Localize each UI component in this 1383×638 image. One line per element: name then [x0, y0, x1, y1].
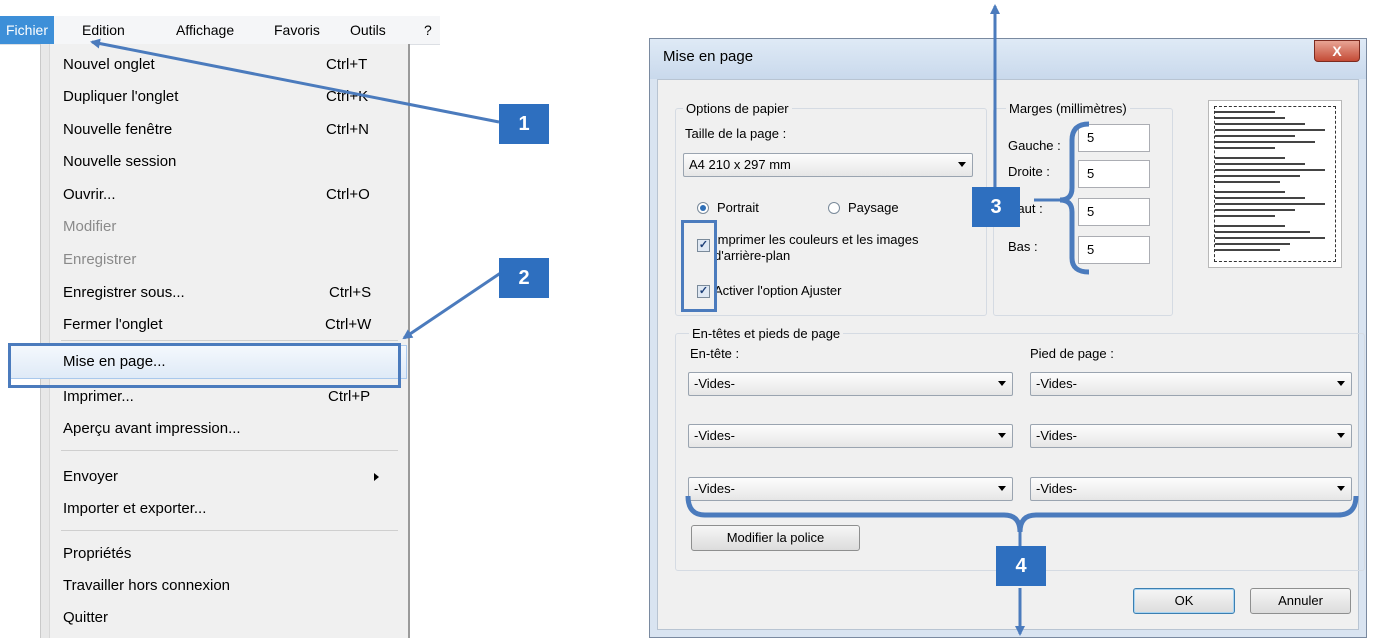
badge-1: 1: [499, 104, 549, 144]
badge-3: 3: [972, 187, 1020, 227]
annotation-overlay: [90, 4, 1359, 636]
badge-2: 2: [499, 258, 549, 298]
badge-4: 4: [996, 546, 1046, 586]
brace-headers: [685, 495, 1359, 533]
callout-arrow-2: [402, 266, 509, 340]
callout-arrow-1: [90, 38, 500, 124]
brace-margins: [1059, 121, 1090, 275]
